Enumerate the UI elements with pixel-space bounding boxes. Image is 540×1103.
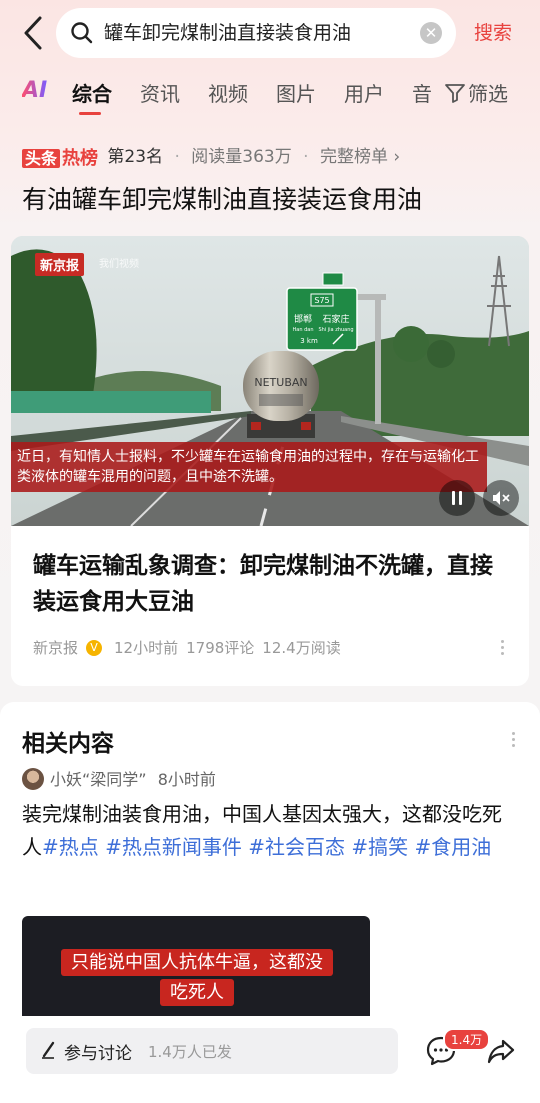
- tab-audio[interactable]: 音: [412, 78, 432, 107]
- hot-topic-headline[interactable]: 有油罐车卸完煤制油直接装运食用油: [22, 180, 422, 216]
- source-watermark-logo: 新京报: [35, 253, 85, 276]
- source-name[interactable]: 新京报: [33, 639, 78, 657]
- filter-label: 筛选: [468, 82, 508, 106]
- post-video-thumbnail[interactable]: 只能说中国人抗体牛逼，这都没吃死人: [22, 916, 370, 1026]
- toutiao-hot-list-logo: 头条 热榜: [22, 144, 98, 170]
- search-icon: [71, 22, 93, 44]
- bottom-action-bar: 参与讨论 1.4万人已发 1.4万: [0, 1016, 540, 1103]
- svg-text:3 km: 3 km: [300, 337, 318, 345]
- discuss-count: 1.4万人已发: [148, 1043, 232, 1061]
- video-subtitle: 近日，有知情人士报料，不少罐车在运输食用油的过程中，存在与运输化工类液体的罐车混…: [11, 442, 487, 492]
- svg-text:石家庄: 石家庄: [322, 313, 349, 325]
- comment-count: 1798评论: [186, 639, 255, 657]
- hashtag[interactable]: #社会百态: [248, 835, 345, 859]
- search-query[interactable]: 罐车卸完煤制油直接装食用油: [104, 8, 351, 58]
- search-button[interactable]: 搜索: [474, 18, 512, 45]
- rank-read-count: 阅读量363万: [191, 147, 292, 167]
- tab-images[interactable]: 图片: [276, 78, 316, 107]
- hashtag[interactable]: #搞笑: [351, 835, 408, 859]
- search-input[interactable]: 罐车卸完煤制油直接装食用油 ✕: [56, 8, 456, 58]
- svg-text:S75: S75: [314, 296, 329, 305]
- video-news-card[interactable]: NETUBAN S75 邯郸 石家庄 Han dan Shi jia zhuan…: [11, 236, 529, 686]
- read-count: 12.4万阅读: [262, 639, 341, 657]
- avatar[interactable]: [22, 768, 44, 790]
- tab-comprehensive[interactable]: 综合: [72, 78, 112, 107]
- hot-rank-line[interactable]: 头条 热榜 第23名 · 阅读量363万 · 完整榜单 ›: [22, 142, 400, 170]
- tab-users[interactable]: 用户: [344, 78, 384, 107]
- post-body[interactable]: 装完煤制油装食用油，中国人基因太强大，这都没吃死人#热点 #热点新闻事件 #社会…: [22, 798, 518, 864]
- post-author-line[interactable]: 小妖“梁同学” 8小时前: [22, 766, 216, 790]
- source-watermark-sub: 我们视频: [99, 259, 139, 270]
- hashtag[interactable]: #热点新闻事件: [105, 835, 242, 859]
- author-name[interactable]: 小妖“梁同学”: [50, 770, 147, 789]
- search-header: 罐车卸完煤制油直接装食用油 ✕ 搜索: [0, 0, 540, 66]
- comment-count-badge: 1.4万: [443, 1028, 491, 1051]
- pause-icon: [452, 491, 462, 505]
- discuss-label: 参与讨论: [64, 1044, 132, 1064]
- more-options-icon[interactable]: [501, 638, 507, 658]
- more-options-icon[interactable]: [512, 730, 518, 750]
- mute-icon: [493, 491, 510, 505]
- svg-text:邯郸: 邯郸: [294, 313, 312, 325]
- active-tab-indicator: [79, 112, 101, 115]
- video-card-meta: 新京报 V 12小时前 1798评论 12.4万阅读: [33, 637, 349, 658]
- section-title: 相关内容: [22, 731, 114, 757]
- hashtag[interactable]: #热点: [42, 835, 99, 859]
- result-tabs: AI 综合 资讯 视频 图片 用户 音 筛选: [0, 72, 540, 116]
- video-player[interactable]: NETUBAN S75 邯郸 石家庄 Han dan Shi jia zhuan…: [11, 236, 529, 526]
- pause-button[interactable]: [439, 480, 475, 516]
- rank-position: 第23名: [107, 147, 164, 167]
- clear-search-icon[interactable]: ✕: [420, 22, 442, 44]
- mute-button[interactable]: [483, 480, 519, 516]
- video-card-title[interactable]: 罐车运输乱象调查：卸完煤制油不洗罐，直接装运食用大豆油: [33, 548, 513, 620]
- post-time: 8小时前: [157, 770, 216, 789]
- thumbnail-caption: 只能说中国人抗体牛逼，这都没吃死人: [58, 948, 336, 1008]
- filter-button[interactable]: 筛选: [444, 78, 508, 107]
- verified-badge-icon: V: [86, 639, 103, 656]
- svg-text:NETUBAN: NETUBAN: [254, 376, 307, 389]
- svg-text:Han dan: Han dan: [293, 327, 314, 333]
- hashtag[interactable]: #食用油: [415, 835, 492, 859]
- svg-text:Shi jia zhuang: Shi jia zhuang: [318, 327, 353, 333]
- tab-video[interactable]: 视频: [208, 78, 248, 107]
- publish-time: 12小时前: [114, 639, 179, 657]
- join-discussion-button[interactable]: 参与讨论 1.4万人已发: [26, 1028, 398, 1074]
- tab-news[interactable]: 资讯: [140, 78, 180, 107]
- pen-icon: [42, 1041, 55, 1059]
- tab-ai[interactable]: AI: [22, 78, 47, 103]
- filter-icon: [445, 84, 465, 103]
- full-list-link[interactable]: 完整榜单 ›: [320, 147, 400, 167]
- back-arrow-icon[interactable]: [18, 14, 48, 52]
- share-icon[interactable]: [486, 1036, 516, 1066]
